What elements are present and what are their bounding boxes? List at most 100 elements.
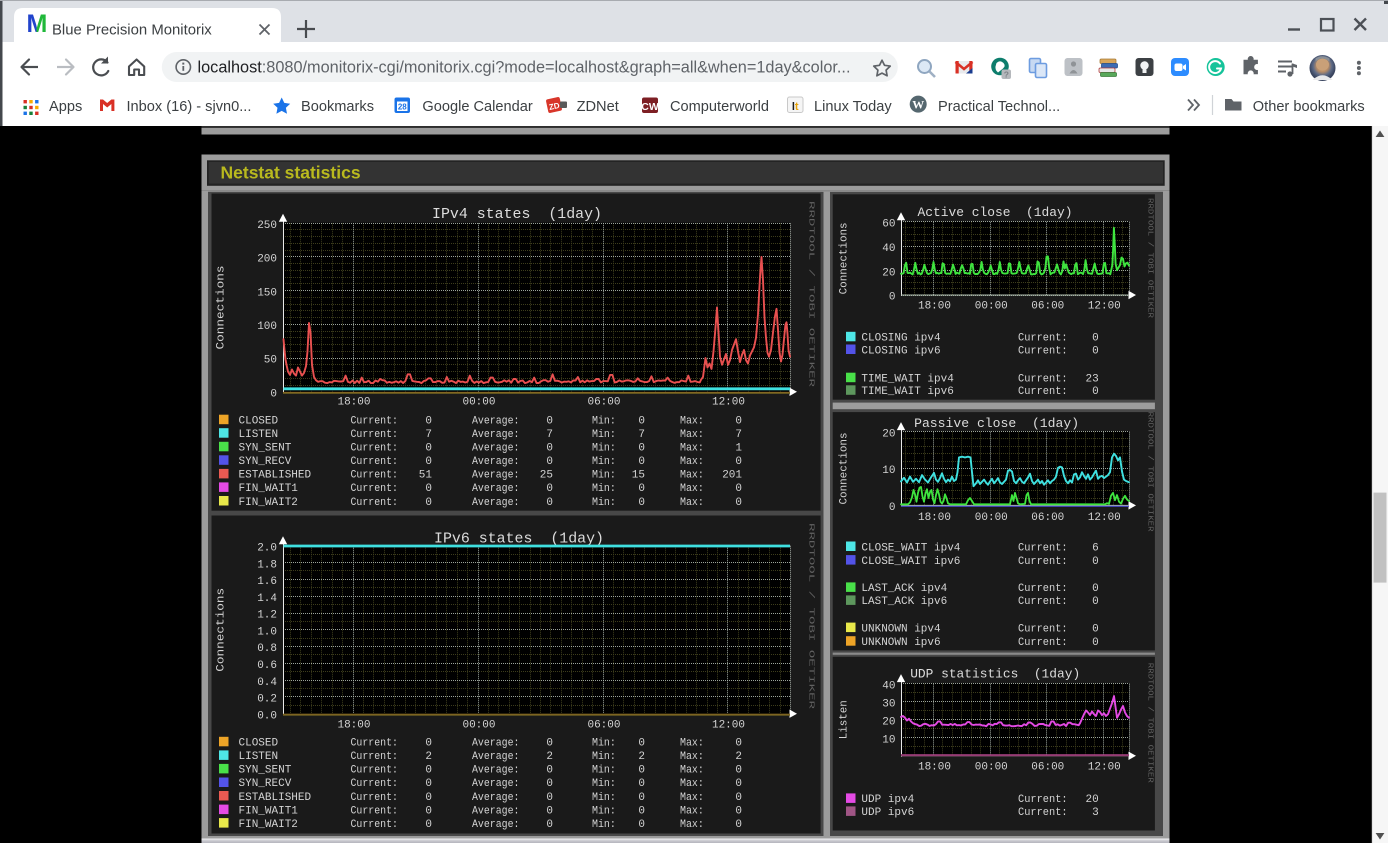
svg-text:20: 20 xyxy=(882,267,895,279)
svg-text:2: 2 xyxy=(546,751,553,763)
svg-text:0: 0 xyxy=(425,443,432,455)
svg-text:Max:: Max: xyxy=(680,792,704,804)
svg-text:0: 0 xyxy=(638,738,645,750)
svg-text:Current:: Current: xyxy=(1018,637,1068,649)
svg-text:LISTEN: LISTEN xyxy=(239,429,279,441)
svg-text:20: 20 xyxy=(882,716,895,728)
svg-text:Current:: Current: xyxy=(351,805,399,817)
svg-text:51: 51 xyxy=(419,470,433,482)
svg-text:20: 20 xyxy=(882,428,895,440)
svg-text:0: 0 xyxy=(735,738,742,750)
svg-text:Current:: Current: xyxy=(351,470,399,482)
svg-text:0: 0 xyxy=(1092,345,1099,357)
svg-text:250: 250 xyxy=(257,220,277,232)
svg-text:1.8: 1.8 xyxy=(257,559,277,571)
svg-text:CLOSING ipv6: CLOSING ipv6 xyxy=(861,345,940,357)
svg-text:Listen: Listen xyxy=(839,700,851,739)
svg-text:LAST_ACK ipv6: LAST_ACK ipv6 xyxy=(861,596,947,608)
svg-text:0: 0 xyxy=(638,765,645,777)
svg-text:7: 7 xyxy=(735,429,742,441)
svg-text:15: 15 xyxy=(632,470,645,482)
svg-text:0: 0 xyxy=(546,805,553,817)
svg-text:Min:: Min: xyxy=(592,792,616,804)
svg-text:Max:: Max: xyxy=(680,765,704,777)
svg-text:6: 6 xyxy=(1092,542,1099,554)
svg-text:ESTABLISHED: ESTABLISHED xyxy=(239,470,312,482)
svg-text:Average:: Average: xyxy=(472,483,520,495)
svg-text:Current:: Current: xyxy=(351,429,399,441)
svg-text:12:00: 12:00 xyxy=(1088,512,1121,524)
svg-text:Min:: Min: xyxy=(592,497,616,509)
svg-text:Connections: Connections xyxy=(216,588,228,672)
svg-text:Current:: Current: xyxy=(351,416,399,428)
svg-text:RRDTOOL / TOBI OETIKER: RRDTOOL / TOBI OETIKER xyxy=(1146,412,1154,533)
svg-text:06:00: 06:00 xyxy=(587,397,620,409)
svg-text:Max:: Max: xyxy=(680,429,704,441)
svg-text:Min:: Min: xyxy=(592,765,616,777)
svg-text:Average:: Average: xyxy=(472,416,520,428)
svg-text:Current:: Current: xyxy=(1018,345,1068,357)
svg-text:7: 7 xyxy=(425,429,432,441)
svg-text:UDP statistics (1day): UDP statistics (1day) xyxy=(910,667,1080,682)
svg-text:0.2: 0.2 xyxy=(257,694,277,706)
svg-text:CLOSING ipv4: CLOSING ipv4 xyxy=(861,333,941,345)
svg-text:3: 3 xyxy=(1092,807,1099,819)
svg-text:0: 0 xyxy=(1092,333,1099,345)
svg-text:150: 150 xyxy=(257,287,277,299)
svg-text:Min:: Min: xyxy=(592,483,616,495)
svg-text:0.8: 0.8 xyxy=(257,643,277,655)
svg-text:FIN_WAIT1: FIN_WAIT1 xyxy=(239,805,299,817)
svg-text:RRDTOOL / TOBI OETIKER: RRDTOOL / TOBI OETIKER xyxy=(1146,663,1154,784)
svg-text:UDP ipv6: UDP ipv6 xyxy=(861,807,914,819)
svg-text:Average:: Average: xyxy=(472,497,520,509)
svg-text:0: 0 xyxy=(546,416,553,428)
svg-text:0: 0 xyxy=(546,443,553,455)
svg-text:Current:: Current: xyxy=(351,456,399,468)
svg-text:0: 0 xyxy=(735,778,742,790)
svg-text:CLOSE_WAIT ipv4: CLOSE_WAIT ipv4 xyxy=(861,542,960,554)
svg-text:LAST_ACK ipv4: LAST_ACK ipv4 xyxy=(861,583,947,595)
svg-text:2: 2 xyxy=(735,751,742,763)
svg-text:Min:: Min: xyxy=(592,778,616,790)
svg-text:Current:: Current: xyxy=(351,483,399,495)
svg-text:Bookmarks: Bookmarks xyxy=(301,99,374,115)
svg-text:0: 0 xyxy=(735,805,742,817)
svg-text:SYN_RECV: SYN_RECV xyxy=(239,778,292,790)
svg-text:SYN_RECV: SYN_RECV xyxy=(239,456,292,468)
svg-text:0: 0 xyxy=(546,483,553,495)
svg-text:10: 10 xyxy=(882,735,895,747)
svg-text:Max:: Max: xyxy=(680,443,704,455)
svg-text:Current:: Current: xyxy=(1018,333,1068,345)
svg-text:06:00: 06:00 xyxy=(1031,761,1064,773)
svg-text:1.6: 1.6 xyxy=(257,576,277,588)
svg-text:W: W xyxy=(912,98,924,112)
svg-text:Min:: Min: xyxy=(592,738,616,750)
svg-text:SYN_SENT: SYN_SENT xyxy=(239,443,292,455)
svg-text:18:00: 18:00 xyxy=(918,761,951,773)
svg-text:Connections: Connections xyxy=(216,266,228,350)
svg-text:0: 0 xyxy=(546,819,553,831)
svg-text:CW: CW xyxy=(641,101,659,113)
svg-text:1.4: 1.4 xyxy=(257,593,277,605)
svg-text:Max:: Max: xyxy=(680,456,704,468)
svg-text:0: 0 xyxy=(735,416,742,428)
svg-text:Max:: Max: xyxy=(680,470,704,482)
svg-text:0: 0 xyxy=(735,792,742,804)
svg-text:0: 0 xyxy=(1092,583,1099,595)
svg-text:12:00: 12:00 xyxy=(1088,761,1121,773)
svg-text:00:00: 00:00 xyxy=(975,301,1008,313)
svg-text:0: 0 xyxy=(425,805,432,817)
svg-text:0: 0 xyxy=(638,805,645,817)
svg-text:ZDNet: ZDNet xyxy=(577,99,619,115)
svg-text:18:00: 18:00 xyxy=(918,301,951,313)
svg-text:0: 0 xyxy=(270,388,277,400)
svg-text:FIN_WAIT2: FIN_WAIT2 xyxy=(239,819,298,831)
svg-text:0: 0 xyxy=(546,778,553,790)
svg-text:TIME_WAIT ipv4: TIME_WAIT ipv4 xyxy=(861,374,954,386)
svg-text:0: 0 xyxy=(735,497,742,509)
svg-text:Current:: Current: xyxy=(351,819,399,831)
svg-text:18:00: 18:00 xyxy=(337,397,370,409)
svg-text:06:00: 06:00 xyxy=(1031,512,1064,524)
svg-text:RRDTOOL / TOBI OETIKER: RRDTOOL / TOBI OETIKER xyxy=(807,201,815,389)
svg-text:Average:: Average: xyxy=(472,738,520,750)
